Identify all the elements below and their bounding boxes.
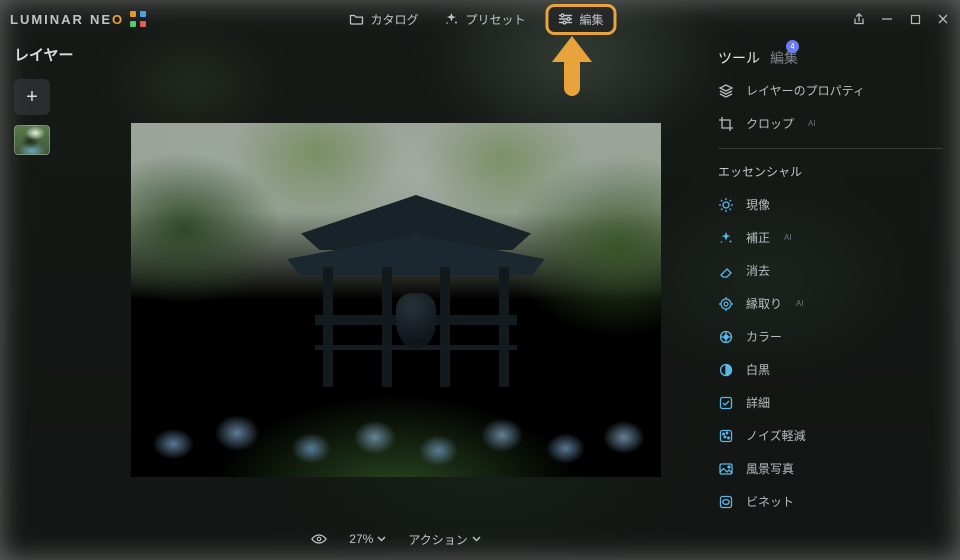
nav-presets-label: プリセット bbox=[465, 11, 525, 28]
tool-item-label: 消去 bbox=[746, 262, 770, 279]
canvas-dim-overlay bbox=[131, 123, 661, 477]
tool-item[interactable]: 縁取り AI bbox=[700, 287, 960, 320]
tool-icon bbox=[718, 197, 734, 213]
close-button[interactable] bbox=[936, 12, 950, 26]
tool-item-label: 詳細 bbox=[746, 394, 770, 411]
add-layer-button[interactable]: + bbox=[14, 79, 50, 115]
maximize-button[interactable] bbox=[908, 12, 922, 26]
tool-icon bbox=[718, 395, 734, 411]
tool-item-label: 風景写真 bbox=[746, 460, 794, 477]
tool-item[interactable]: 風景写真 bbox=[700, 452, 960, 485]
chevron-down-icon bbox=[472, 536, 481, 542]
tool-icon bbox=[718, 230, 734, 246]
tool-icon bbox=[718, 428, 734, 444]
tool-icon bbox=[718, 461, 734, 477]
nav-catalog-label: カタログ bbox=[370, 11, 418, 28]
tools-list: 現像補正 AI 消去縁取り AI カラー白黒詳細ノイズ軽減風景写真ビネット bbox=[700, 188, 960, 518]
layers-panel: レイヤー + bbox=[14, 44, 124, 155]
layer-thumbnail[interactable] bbox=[14, 125, 50, 155]
right-panel: ツール 編集 4 レイヤーのプロパティ クロップ AI エッセンシャル 現像補正… bbox=[700, 38, 960, 560]
tool-item[interactable]: 現像 bbox=[700, 188, 960, 221]
minimize-button[interactable] bbox=[880, 12, 894, 26]
edits-count-badge: 4 bbox=[786, 40, 799, 53]
logo-text-1: LUMINAR bbox=[10, 12, 84, 27]
ai-badge: AI bbox=[808, 119, 816, 128]
window-controls bbox=[852, 12, 950, 26]
section-essentials-title: エッセンシャル bbox=[700, 159, 960, 188]
tab-tools[interactable]: ツール bbox=[718, 48, 760, 68]
tool-item[interactable]: 補正 AI bbox=[700, 221, 960, 254]
tool-item[interactable]: 詳細 bbox=[700, 386, 960, 419]
action-label: アクション bbox=[408, 531, 467, 548]
tool-item-label: ビネット bbox=[746, 493, 794, 510]
image-canvas[interactable] bbox=[131, 123, 661, 477]
right-panel-tabs: ツール 編集 4 bbox=[700, 38, 960, 74]
tool-item[interactable]: ビネット bbox=[700, 485, 960, 518]
logo-text-accent: O bbox=[112, 12, 124, 27]
zoom-control[interactable]: 27% bbox=[349, 532, 386, 546]
crop-icon bbox=[718, 116, 734, 132]
nav-edit[interactable]: 編集 bbox=[546, 4, 617, 35]
nav-presets[interactable]: プリセット bbox=[438, 7, 531, 32]
tool-item[interactable]: 白黒 bbox=[700, 353, 960, 386]
tool-item-label: 白黒 bbox=[746, 361, 770, 378]
eye-icon[interactable] bbox=[311, 531, 327, 547]
nav-catalog[interactable]: カタログ bbox=[343, 7, 424, 32]
tool-item-label: 現像 bbox=[746, 196, 770, 213]
tool-item-label: ノイズ軽減 bbox=[746, 427, 806, 444]
top-nav: カタログ プリセット 編集 bbox=[343, 4, 616, 35]
chevron-down-icon bbox=[377, 536, 386, 542]
layers-title: レイヤー bbox=[14, 44, 124, 65]
action-menu[interactable]: アクション bbox=[408, 531, 480, 548]
tool-crop-label: クロップ bbox=[746, 115, 794, 132]
extensions-icon[interactable] bbox=[130, 11, 146, 27]
tool-icon bbox=[718, 329, 734, 345]
tool-item-label: 縁取り bbox=[746, 295, 782, 312]
title-bar: LUMINAR NEO カタログ プリセット 編集 bbox=[0, 0, 960, 38]
ai-badge: AI bbox=[796, 299, 804, 308]
zoom-value: 27% bbox=[349, 532, 373, 546]
tool-icon bbox=[718, 296, 734, 312]
tool-layer-properties[interactable]: レイヤーのプロパティ bbox=[700, 74, 960, 107]
panel-divider bbox=[718, 148, 942, 149]
tool-item[interactable]: 消去 bbox=[700, 254, 960, 287]
tool-icon bbox=[718, 362, 734, 378]
tool-item[interactable]: ノイズ軽減 bbox=[700, 419, 960, 452]
app-logo: LUMINAR NEO bbox=[10, 11, 146, 27]
nav-edit-label: 編集 bbox=[580, 11, 604, 28]
tool-item[interactable]: カラー bbox=[700, 320, 960, 353]
tool-item-label: カラー bbox=[746, 328, 782, 345]
sparkle-icon bbox=[444, 12, 458, 26]
tool-crop[interactable]: クロップ AI bbox=[700, 107, 960, 140]
tool-item-label: 補正 bbox=[746, 229, 770, 246]
tool-layer-properties-label: レイヤーのプロパティ bbox=[746, 82, 865, 99]
tool-icon bbox=[718, 263, 734, 279]
logo-text-2: NE bbox=[90, 12, 112, 27]
canvas-footer: 27% アクション bbox=[131, 524, 661, 554]
ai-badge: AI bbox=[784, 233, 792, 242]
sliders-icon bbox=[559, 12, 573, 26]
tool-icon bbox=[718, 494, 734, 510]
layers-icon bbox=[718, 83, 734, 99]
share-icon[interactable] bbox=[852, 12, 866, 26]
folder-icon bbox=[349, 12, 363, 26]
plus-icon: + bbox=[26, 86, 38, 109]
